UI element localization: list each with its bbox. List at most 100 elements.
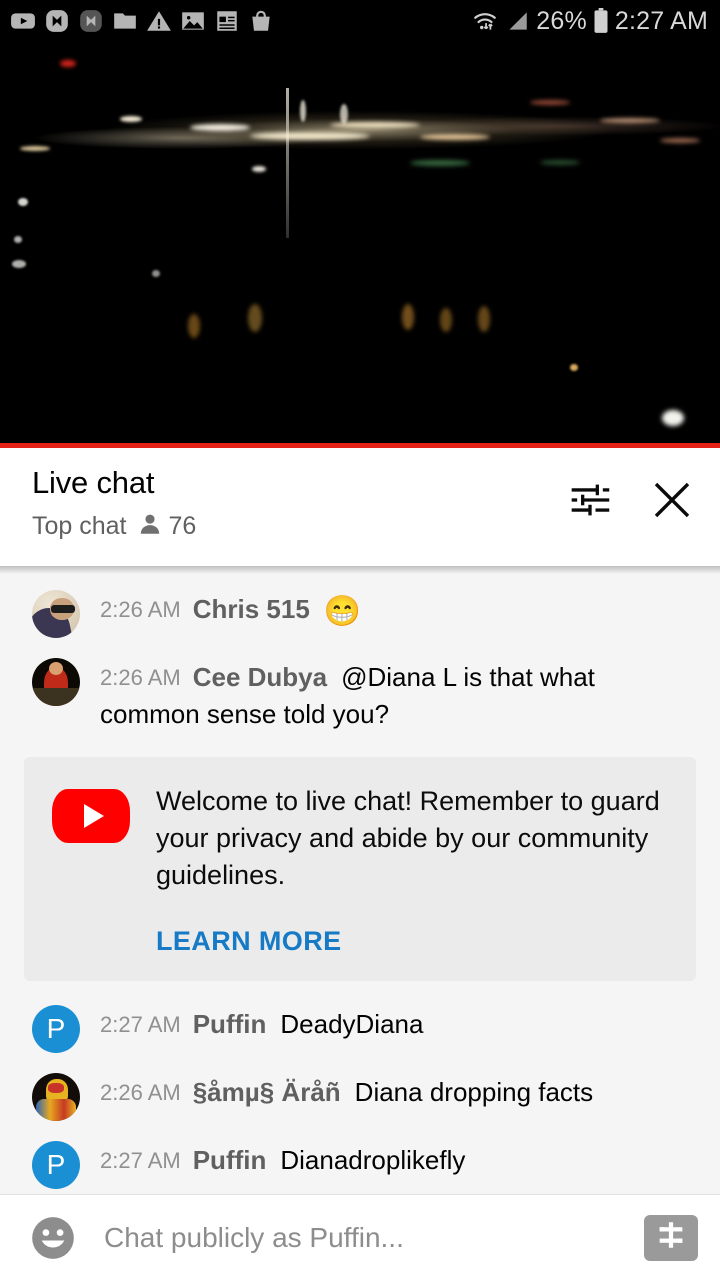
avatar[interactable] xyxy=(32,658,80,706)
city-light xyxy=(300,100,306,122)
message-timestamp: 2:26 AM xyxy=(100,1080,181,1105)
welcome-notice-body: Welcome to live chat! Remember to guard … xyxy=(156,783,672,957)
messenger-icon xyxy=(44,8,70,34)
search-input[interactable] xyxy=(104,1221,644,1254)
city-light xyxy=(120,116,142,122)
table-row[interactable]: 2:26 AM Cee Dubya @Diana L is that what co… xyxy=(0,648,720,743)
live-chat-subheader: Top chat 76 xyxy=(32,511,196,542)
battery-percent-label: 26% xyxy=(536,6,587,35)
message-text: Diana dropping facts xyxy=(354,1077,594,1107)
message-timestamp: 2:26 AM xyxy=(100,597,181,622)
avatar-initial: P xyxy=(46,1149,66,1180)
video-player[interactable] xyxy=(0,42,720,448)
city-light xyxy=(420,134,490,140)
city-light xyxy=(248,304,262,332)
city-light xyxy=(250,132,370,140)
live-chat-header: Live chat Top chat 76 xyxy=(0,448,720,566)
play-triangle-icon xyxy=(83,804,104,828)
close-x-icon xyxy=(648,476,696,529)
superchat-button[interactable] xyxy=(644,1214,698,1261)
message-body: 2:26 AM Chris 515 😁 xyxy=(100,590,696,630)
city-light xyxy=(340,104,348,124)
youtube-live-chat-screen: 26% 2:27 AM Live chat Top chat 76 2:26 A… xyxy=(0,0,720,1280)
message-timestamp: 2:26 AM xyxy=(100,665,181,690)
table-row[interactable]: P 2:27 AM Puffin DeadyDiana xyxy=(0,995,720,1063)
chat-mode-label[interactable]: Top chat xyxy=(32,512,127,541)
message-body: 2:26 AM Cee Dubya @Diana L is that what co… xyxy=(100,658,696,733)
tune-sliders-icon xyxy=(568,478,612,527)
message-text: DeadyDiana xyxy=(280,1009,424,1039)
table-row[interactable]: 2:26 AM §åmµ§ Äråñ Diana dropping facts xyxy=(0,1063,720,1131)
city-light xyxy=(478,306,490,332)
status-bar-notification-icons xyxy=(10,8,274,34)
city-light xyxy=(402,304,414,330)
message-body: 2:27 AM Puffin Dianadroplikefly xyxy=(100,1141,696,1179)
close-chat-button[interactable] xyxy=(646,476,698,528)
message-author[interactable]: Cee Dubya xyxy=(193,662,327,692)
city-light xyxy=(540,160,580,165)
city-light xyxy=(662,410,684,426)
city-light xyxy=(188,314,200,338)
clock-label: 2:27 AM xyxy=(614,6,708,35)
table-row[interactable]: 2:26 AM Chris 515 😁 xyxy=(0,580,720,648)
live-chat-header-actions xyxy=(564,466,698,528)
superchat-dollar-icon xyxy=(654,1218,688,1257)
messenger-alt-icon xyxy=(78,8,104,34)
header-drop-shadow xyxy=(0,566,720,574)
news-icon xyxy=(214,8,240,34)
message-timestamp: 2:27 AM xyxy=(100,1012,181,1037)
city-light xyxy=(60,60,76,67)
grinning-face-emoji: 😁 xyxy=(323,595,362,628)
avatar[interactable] xyxy=(32,1073,80,1121)
status-bar: 26% 2:27 AM xyxy=(0,0,720,42)
city-light xyxy=(12,260,26,268)
night-cityscape-frame xyxy=(0,42,720,448)
city-light xyxy=(530,100,570,105)
city-light xyxy=(20,146,50,151)
chat-message-list[interactable]: 2:26 AM Chris 515 😁 2:26 AM Cee Dubya @Diana… xyxy=(0,566,720,1194)
message-author[interactable]: §åmµ§ Äråñ xyxy=(193,1077,341,1107)
youtube-play-icon xyxy=(52,789,130,843)
youtube-icon xyxy=(10,8,36,34)
warning-icon xyxy=(146,8,172,34)
wifi-icon xyxy=(472,8,498,34)
person-icon xyxy=(137,511,163,542)
avatar[interactable] xyxy=(32,590,80,638)
cellular-signal-icon xyxy=(504,8,530,34)
welcome-notice-card: Welcome to live chat! Remember to guard … xyxy=(24,757,696,981)
battery-icon xyxy=(593,8,609,34)
city-light xyxy=(14,236,22,243)
chat-input-bar xyxy=(0,1195,720,1280)
city-light xyxy=(600,118,660,123)
bag-icon xyxy=(248,8,274,34)
city-light xyxy=(410,160,470,166)
message-body: 2:26 AM §åmµ§ Äråñ Diana dropping facts xyxy=(100,1073,696,1111)
page-title: Live chat xyxy=(32,465,155,500)
message-author[interactable]: Chris 515 xyxy=(193,594,310,624)
city-light xyxy=(252,166,266,172)
message-author[interactable]: Puffin xyxy=(193,1145,267,1175)
city-light xyxy=(152,270,160,277)
city-light xyxy=(440,308,452,332)
live-chat-header-text: Live chat Top chat 76 xyxy=(32,465,196,542)
viewer-count-label: 76 xyxy=(168,512,197,541)
avatar-initial: P xyxy=(46,1013,66,1044)
table-row[interactable]: P 2:27 AM Puffin Dianadroplikefly xyxy=(0,1131,720,1194)
message-text: Dianadroplikefly xyxy=(280,1145,466,1175)
city-light xyxy=(660,138,700,143)
city-light xyxy=(190,124,250,131)
avatar[interactable]: P xyxy=(32,1141,80,1189)
learn-more-link[interactable]: LEARN MORE xyxy=(156,926,342,957)
chat-settings-button[interactable] xyxy=(564,476,616,528)
message-timestamp: 2:27 AM xyxy=(100,1148,181,1173)
folder-icon xyxy=(112,8,138,34)
city-light xyxy=(570,364,578,371)
avatar[interactable]: P xyxy=(32,1005,80,1053)
viewer-count-group: 76 xyxy=(137,511,197,542)
status-bar-system-icons: 26% 2:27 AM xyxy=(472,7,708,36)
welcome-notice-text: Welcome to live chat! Remember to guard … xyxy=(156,786,660,890)
message-author[interactable]: Puffin xyxy=(193,1009,267,1039)
message-body: 2:27 AM Puffin DeadyDiana xyxy=(100,1005,696,1043)
city-light xyxy=(18,198,28,206)
emoji-smiley-icon[interactable] xyxy=(28,1213,78,1263)
